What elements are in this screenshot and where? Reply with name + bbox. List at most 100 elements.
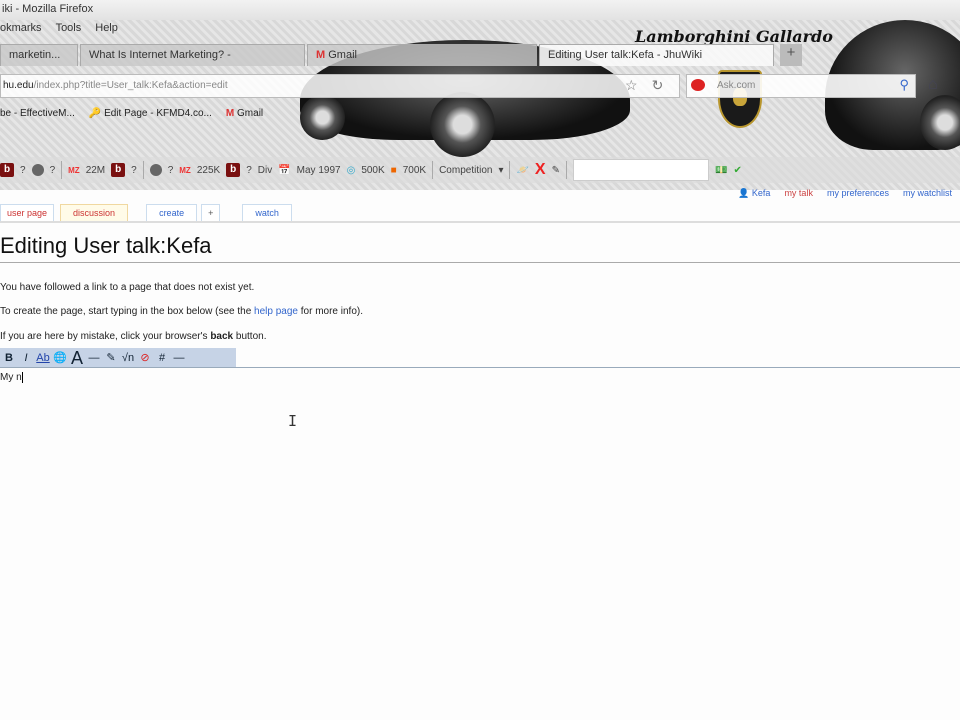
b-icon[interactable]: b <box>111 163 126 177</box>
bookmark-gmail[interactable]: M Gmail <box>226 108 263 119</box>
toolbar-value: ? <box>131 164 137 176</box>
eye-icon: ◎ <box>346 164 356 176</box>
reload-icon[interactable]: ↻ <box>652 77 664 94</box>
mz-icon[interactable]: MZ <box>179 166 191 175</box>
search-icon[interactable]: ⚲ <box>899 77 909 93</box>
browser-chrome: iki - Mozilla Firefox okmarks Tools Help… <box>0 0 960 190</box>
bookmark-edit-page[interactable]: 🔑 Edit Page - KFMD4.co... <box>89 108 212 119</box>
car-wheel <box>300 95 345 140</box>
text: If you are here by mistake, click your b… <box>0 331 211 342</box>
competition-dropdown[interactable]: Competition <box>439 165 492 176</box>
gmail-icon: M <box>316 49 326 61</box>
toolbar-value: ? <box>246 164 252 176</box>
gmail-icon: M <box>225 108 235 119</box>
tab-discussion[interactable]: discussion <box>60 204 129 221</box>
tab-create[interactable]: create <box>146 204 198 221</box>
math-button[interactable]: √n <box>121 350 135 366</box>
toolbar-value: ? <box>20 164 26 176</box>
addon-toolbar: b? ? MZ 22M b? ? MZ 225K b? Div 📅 May 1997 … <box>0 157 960 183</box>
car-wheel <box>430 92 495 157</box>
nowiki-button[interactable]: ⊘ <box>138 350 152 366</box>
toolbar-search-input[interactable] <box>572 159 709 181</box>
bookmark-effectivem[interactable]: be - EffectiveM... <box>0 108 75 119</box>
toolbar-value: 700K <box>402 164 427 176</box>
x-icon[interactable]: X <box>535 161 546 179</box>
edit-toolbar: B I Ab 🌐 A — ✎ √n ⊘ # — <box>0 348 236 367</box>
image-button[interactable]: — <box>87 350 101 366</box>
globe-icon[interactable] <box>31 164 44 176</box>
url-path: /index.php?title=User_talk:Kefa&action=e… <box>33 80 228 91</box>
bookmark-label: Edit Page - KFMD4.co... <box>104 108 212 119</box>
money-icon[interactable]: 💵 <box>715 165 727 176</box>
create-instructions: To create the page, start typing in the … <box>0 306 363 317</box>
notice-text: You have followed a link to a page that … <box>0 282 255 293</box>
user-link[interactable]: 👤 Kefa <box>738 188 770 199</box>
tab-gmail[interactable]: M Gmail <box>307 44 537 66</box>
planet-icon[interactable]: 🪐 <box>516 165 528 176</box>
toolbar-value: May 1997 <box>296 164 341 176</box>
internal-link-button[interactable]: Ab <box>36 350 50 366</box>
page-tabs: user page discussion create + watch <box>0 204 298 221</box>
tab-label: Gmail <box>328 49 357 61</box>
toolbar-value: 225K <box>196 164 221 176</box>
calendar-icon: 📅 <box>278 164 291 176</box>
tab-plus[interactable]: + <box>201 204 221 221</box>
check-icon[interactable]: ✔ <box>733 165 741 176</box>
tab-strip: marketin... What Is Internet Marketing? … <box>0 44 776 68</box>
my-preferences-link[interactable]: my preferences <box>827 188 889 199</box>
italic-button[interactable]: I <box>19 350 33 366</box>
toolbar-value: 22M <box>85 164 106 176</box>
bookmark-label: Gmail <box>237 108 264 119</box>
mz-icon[interactable]: MZ <box>68 166 80 175</box>
title-bar: iki - Mozilla Firefox <box>0 0 960 20</box>
bookmarks-bar: be - EffectiveM... 🔑 Edit Page - KFMD4.c… <box>0 108 263 119</box>
my-talk-link[interactable]: my talk <box>784 188 813 199</box>
help-page-link[interactable]: help page <box>254 306 298 317</box>
home-icon[interactable]: ⌂ <box>928 76 938 94</box>
tab-user-page[interactable]: user page <box>0 204 55 221</box>
bookmark-star-icon[interactable]: ☆ <box>625 77 638 94</box>
my-watchlist-link[interactable]: my watchlist <box>903 188 952 199</box>
toolbar-div-dropdown[interactable]: Div <box>258 165 272 176</box>
menu-bar: okmarks Tools Help <box>0 22 118 34</box>
mistake-text: If you are here by mistake, click your b… <box>0 331 266 342</box>
signature-button[interactable]: # <box>155 350 169 366</box>
textarea-content: My n <box>0 372 22 384</box>
tab-what-is-internet-marketing[interactable]: What Is Internet Marketing? - <box>80 44 305 66</box>
tab-editing-user-talk[interactable]: Editing User talk:Kefa - JhuWiki <box>539 44 774 66</box>
new-tab-button[interactable]: + <box>780 44 802 66</box>
globe-icon[interactable] <box>149 164 162 176</box>
toolbar-value: ? <box>49 164 56 176</box>
menu-tools[interactable]: Tools <box>56 22 82 34</box>
menu-help[interactable]: Help <box>95 22 118 34</box>
b-icon[interactable]: b <box>0 163 14 177</box>
toolbar-value: 500K <box>361 164 385 176</box>
menu-bookmarks[interactable]: okmarks <box>0 22 42 34</box>
media-button[interactable]: ✎ <box>104 350 118 366</box>
text-cursor-icon: I <box>288 412 298 430</box>
toolbar-value: ? <box>167 164 174 176</box>
user-name: Kefa <box>751 188 771 198</box>
ask-icon <box>691 79 705 91</box>
search-box[interactable]: Ask.com ⚲ <box>686 74 916 98</box>
page-title: Editing User talk:Kefa <box>0 233 212 258</box>
text: for more info). <box>297 306 364 317</box>
edit-icon[interactable]: ✎ <box>552 165 560 176</box>
tab-marketing[interactable]: marketin... <box>0 44 78 66</box>
text: To create the page, start typing in the … <box>0 306 255 317</box>
edit-textarea[interactable]: My n <box>0 372 23 383</box>
url-host: hu.edu <box>3 80 34 91</box>
text: back <box>210 331 234 342</box>
search-placeholder: Ask.com <box>717 80 756 91</box>
personal-links: 👤 Kefa my talk my preferences my watchli… <box>738 188 952 199</box>
bold-button[interactable]: B <box>2 350 16 366</box>
horizontal-line-button[interactable]: — <box>172 350 186 366</box>
chevron-down-icon: ▾ <box>498 164 504 176</box>
b-icon[interactable]: b <box>226 163 241 177</box>
headline-button[interactable]: A <box>70 349 84 367</box>
tab-watch[interactable]: watch <box>242 204 292 221</box>
fire-icon: ■ <box>390 164 397 176</box>
text: button. <box>233 331 267 342</box>
external-link-button[interactable]: 🌐 <box>53 350 67 366</box>
address-bar[interactable]: hu.edu/index.php?title=User_talk:Kefa&ac… <box>0 74 680 98</box>
